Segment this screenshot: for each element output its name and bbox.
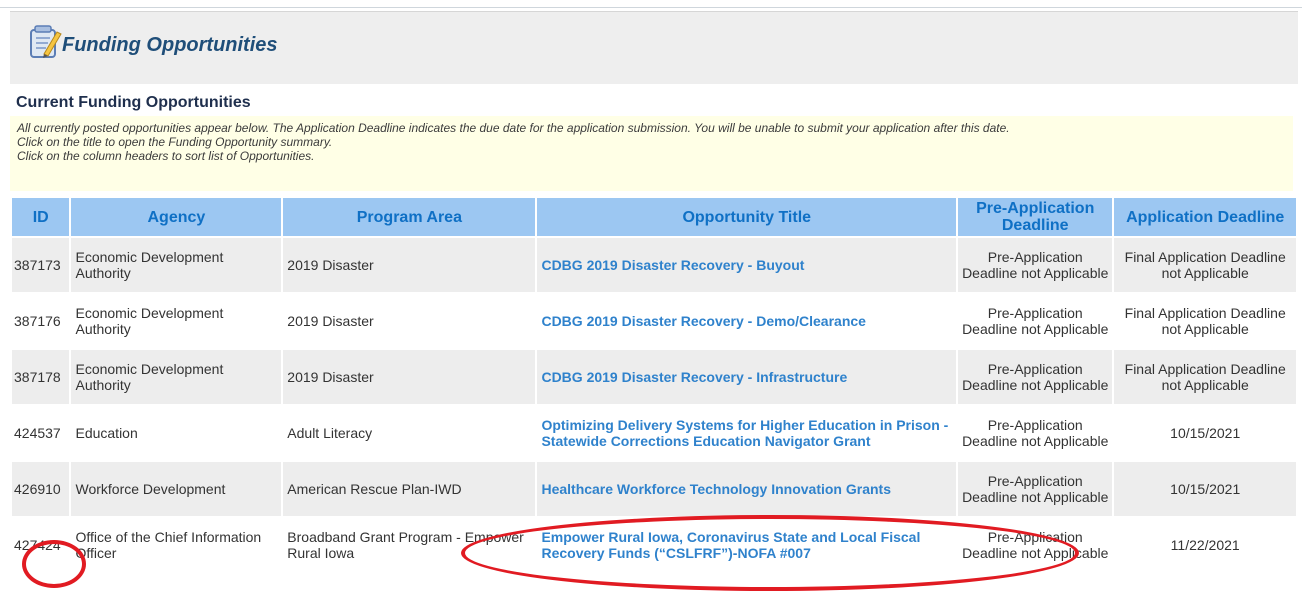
cell-pre-application-deadline: Pre-Application Deadline not Applicable (958, 294, 1113, 348)
cell-application-deadline: 10/15/2021 (1114, 406, 1296, 460)
cell-pre-application-deadline: Pre-Application Deadline not Applicable (958, 350, 1113, 404)
opportunity-title-link[interactable]: Empower Rural Iowa, Coronavirus State an… (541, 529, 952, 561)
cell-pre-application-deadline: Pre-Application Deadline not Applicable (958, 238, 1113, 292)
page-title: Funding Opportunities (62, 34, 278, 56)
cell-id: 427424 (12, 518, 70, 572)
column-header-agency[interactable]: Agency (71, 198, 282, 236)
table-row: 387173 Economic Development Authority 20… (12, 238, 1296, 292)
column-header-opportunity-title[interactable]: Opportunity Title (537, 198, 957, 236)
notice-line: Click on the column headers to sort list… (17, 149, 315, 163)
cell-agency: Education (71, 406, 282, 460)
table-row: 387178 Economic Development Authority 20… (12, 350, 1296, 404)
table-row: 424537 Education Adult Literacy Optimizi… (12, 406, 1296, 460)
column-header-application-deadline[interactable]: Application Deadline (1114, 198, 1296, 236)
cell-id: 387178 (12, 350, 70, 404)
cell-opportunity-title: CDBG 2019 Disaster Recovery - Buyout (537, 238, 957, 292)
cell-opportunity-title: CDBG 2019 Disaster Recovery - Infrastruc… (537, 350, 957, 404)
instructions-notice: All currently posted opportunities appea… (10, 116, 1293, 191)
cell-agency: Economic Development Authority (71, 238, 282, 292)
cell-program-area: 2019 Disaster (283, 294, 536, 348)
table-row: 427424 Office of the Chief Information O… (12, 518, 1296, 572)
cell-program-area: Adult Literacy (283, 406, 536, 460)
top-strip (0, 0, 1302, 8)
cell-application-deadline: Final Application Deadline not Applicabl… (1114, 350, 1296, 404)
opportunity-title-link[interactable]: CDBG 2019 Disaster Recovery - Demo/Clear… (541, 313, 866, 329)
table-row: 426910 Workforce Development American Re… (12, 462, 1296, 516)
cell-opportunity-title: Healthcare Workforce Technology Innovati… (537, 462, 957, 516)
opportunity-title-link[interactable]: Healthcare Workforce Technology Innovati… (541, 481, 891, 497)
cell-opportunity-title: Empower Rural Iowa, Coronavirus State an… (537, 518, 957, 572)
funding-opportunities-table: ID Agency Program Area Opportunity Title… (10, 196, 1298, 574)
notice-line: Click on the title to open the Funding O… (17, 135, 333, 149)
cell-application-deadline: Final Application Deadline not Applicabl… (1114, 294, 1296, 348)
section-title: Current Funding Opportunities (16, 94, 251, 111)
notice-line: All currently posted opportunities appea… (17, 121, 1010, 135)
cell-opportunity-title: CDBG 2019 Disaster Recovery - Demo/Clear… (537, 294, 957, 348)
cell-program-area: 2019 Disaster (283, 238, 536, 292)
cell-program-area: 2019 Disaster (283, 350, 536, 404)
cell-agency: Workforce Development (71, 462, 282, 516)
cell-program-area: Broadband Grant Program - Empower Rural … (283, 518, 536, 572)
cell-agency: Economic Development Authority (71, 294, 282, 348)
cell-program-area: American Rescue Plan-IWD (283, 462, 536, 516)
cell-agency: Economic Development Authority (71, 350, 282, 404)
top-strip-crop (335, 0, 655, 5)
table-row: 387176 Economic Development Authority 20… (12, 294, 1296, 348)
cell-application-deadline: Final Application Deadline not Applicabl… (1114, 238, 1296, 292)
opportunity-title-link[interactable]: CDBG 2019 Disaster Recovery - Infrastruc… (541, 369, 847, 385)
cell-id: 387176 (12, 294, 70, 348)
cell-id: 424537 (12, 406, 70, 460)
cell-pre-application-deadline: Pre-Application Deadline not Applicable (958, 518, 1113, 572)
cell-pre-application-deadline: Pre-Application Deadline not Applicable (958, 406, 1113, 460)
opportunity-title-link[interactable]: Optimizing Delivery Systems for Higher E… (541, 417, 952, 449)
notepad-pencil-icon (30, 25, 62, 58)
cell-application-deadline: 10/15/2021 (1114, 462, 1296, 516)
cell-id: 387173 (12, 238, 70, 292)
cell-pre-application-deadline: Pre-Application Deadline not Applicable (958, 462, 1113, 516)
column-header-program-area[interactable]: Program Area (283, 198, 536, 236)
cell-id: 426910 (12, 462, 70, 516)
column-header-pre-application-deadline[interactable]: Pre-Application Deadline (958, 198, 1113, 236)
table-header-row: ID Agency Program Area Opportunity Title… (12, 198, 1296, 236)
cell-opportunity-title: Optimizing Delivery Systems for Higher E… (537, 406, 957, 460)
cell-agency: Office of the Chief Information Officer (71, 518, 282, 572)
opportunity-title-link[interactable]: CDBG 2019 Disaster Recovery - Buyout (541, 257, 804, 273)
column-header-id[interactable]: ID (12, 198, 70, 236)
cell-application-deadline: 11/22/2021 (1114, 518, 1296, 572)
